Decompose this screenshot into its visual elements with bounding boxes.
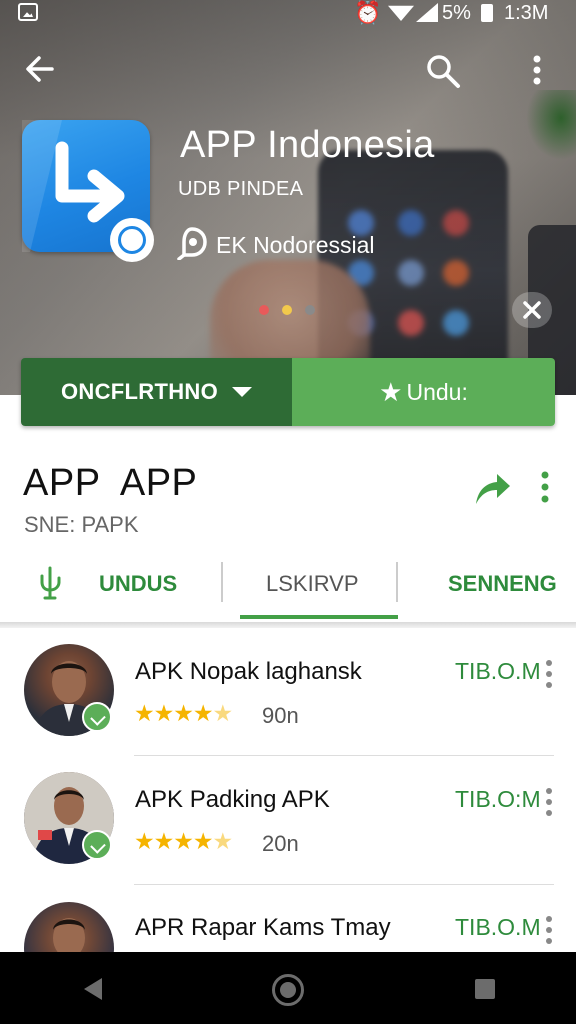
- row-divider: [134, 755, 554, 756]
- tab-bar: UNDUS LSKIRVP SENNENG: [0, 554, 576, 622]
- section-title: APP APP: [23, 462, 198, 504]
- more-vert-icon: [541, 471, 549, 503]
- list-item-title: APK Padking APK: [135, 786, 330, 813]
- nav-recents-icon[interactable]: [475, 979, 495, 999]
- tab-lskirvp[interactable]: LSKIRVP: [266, 554, 359, 614]
- star-icon: ★★★★: [134, 828, 213, 854]
- tab-divider: [396, 562, 398, 602]
- pager-dot: [305, 305, 315, 315]
- arrow-left-icon: [26, 56, 54, 82]
- review-count: 20n: [262, 831, 299, 856]
- list-item-title: APR Rapar Kams Tmay: [135, 914, 391, 941]
- avatar: [24, 902, 114, 952]
- star-icon: ★: [379, 376, 403, 407]
- row-divider: [134, 884, 554, 885]
- verified-badge-icon: [110, 218, 154, 262]
- close-icon: [523, 301, 541, 319]
- review-count: 90n: [262, 703, 299, 728]
- search-button[interactable]: [424, 52, 462, 90]
- touch-icon: [40, 566, 61, 600]
- image-notification-icon: [18, 3, 38, 21]
- primary-button-label: ONCFLRTHNO: [61, 379, 218, 404]
- list-item[interactable]: APR Rapar Kams Tmay TIB.O.M: [0, 886, 576, 952]
- rating-stars: ★★★★★: [134, 700, 233, 727]
- list-item-title: APK Nopak laghansk: [135, 658, 362, 685]
- list-item-more-button[interactable]: [544, 788, 554, 818]
- app-title: APP Indonesia: [180, 124, 435, 166]
- list-item[interactable]: APK Nopak laghansk ★★★★★ 90n TIB.O.M: [0, 630, 576, 758]
- share-arrow-icon: [476, 474, 510, 504]
- section-divider: [0, 622, 576, 628]
- rating-badge-icon: [177, 227, 207, 260]
- alarm-icon: ⏰: [354, 0, 382, 25]
- tab-undus[interactable]: UNDUS: [99, 554, 177, 614]
- battery-percent: 5%: [442, 2, 471, 24]
- app-meta-label: EK Nodoressial: [216, 232, 375, 258]
- star-icon: ★★★★: [134, 700, 213, 726]
- download-badge-icon: [82, 702, 112, 732]
- install-button[interactable]: ★ Undu:: [292, 358, 555, 426]
- overflow-menu-button[interactable]: [528, 54, 546, 86]
- wifi-icon: [388, 5, 414, 21]
- pager-dot: [259, 305, 269, 315]
- list-item[interactable]: APK Padking APK ★★★★★ 20n TIB.O:M: [0, 758, 576, 886]
- more-vert-icon: [533, 55, 541, 85]
- tab-voice[interactable]: [34, 554, 70, 614]
- download-badge-icon: [82, 830, 112, 860]
- back-button[interactable]: [24, 53, 56, 85]
- app-developer[interactable]: UDB PINDEA: [178, 178, 303, 201]
- action-bar: ONCFLRTHNO ★ Undu:: [21, 358, 555, 426]
- nav-back-icon[interactable]: [84, 978, 102, 1000]
- dismiss-button[interactable]: [512, 292, 552, 328]
- list-item-more-button[interactable]: [544, 916, 554, 946]
- battery-icon: [481, 4, 493, 22]
- nav-home-icon[interactable]: [272, 974, 304, 1006]
- half-star-icon: ★: [212, 700, 233, 726]
- signal-icon: [416, 3, 438, 22]
- search-icon: [427, 55, 460, 88]
- carousel-indicator: [259, 302, 328, 320]
- active-tab-indicator: [240, 615, 398, 619]
- app-detail-screen: ⏰ 5% 1:3M APP Indonesia UDB PINDEA EK No…: [0, 0, 576, 1024]
- tab-divider: [221, 562, 223, 602]
- tab-senneng[interactable]: SENNENG: [448, 554, 557, 614]
- list-item-price: TIB.O.M: [455, 658, 541, 684]
- system-nav-bar: [0, 952, 576, 1024]
- clock: 1:3M: [504, 2, 549, 24]
- section-more-button[interactable]: [538, 470, 552, 504]
- dropdown-caret-icon: [231, 387, 252, 397]
- person-photo: [53, 918, 85, 952]
- section-subtitle: SNE: PAPK: [24, 512, 139, 537]
- share-button[interactable]: [472, 468, 512, 508]
- app-icon: [22, 120, 154, 262]
- install-button-label: Undu:: [406, 378, 468, 405]
- rating-stars: ★★★★★: [134, 828, 233, 855]
- pager-dot: [282, 305, 292, 315]
- list-item-more-button[interactable]: [544, 660, 554, 690]
- list-item-price: TIB.O:M: [455, 786, 541, 812]
- primary-dropdown-button[interactable]: ONCFLRTHNO: [21, 358, 292, 426]
- half-star-icon: ★: [212, 828, 233, 854]
- list-item-price: TIB.O.M: [455, 914, 541, 940]
- hero-banner: ⏰ 5% 1:3M APP Indonesia UDB PINDEA EK No…: [0, 0, 576, 395]
- status-bar: ⏰ 5% 1:3M: [0, 0, 576, 26]
